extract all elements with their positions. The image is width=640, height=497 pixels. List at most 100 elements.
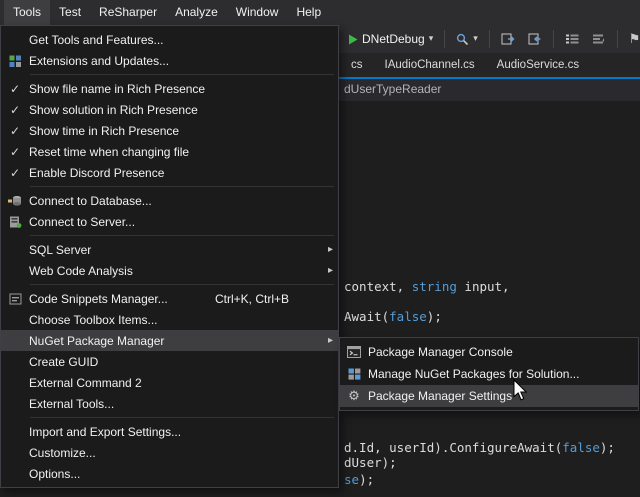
member-dropdown-label[interactable]: dUserTypeReader xyxy=(344,82,441,96)
menu-item-external-tools[interactable]: External Tools... xyxy=(1,393,338,414)
menu-item-reset-time-when-changing-file[interactable]: ✓Reset time when changing file xyxy=(1,141,338,162)
chevron-down-icon: ▾ xyxy=(473,34,478,44)
menu-item-choose-toolbox-items[interactable]: Choose Toolbox Items... xyxy=(1,309,338,330)
code-line: se); xyxy=(344,472,374,487)
sort-lines-icon xyxy=(592,33,606,45)
menu-item-label: Connect to Database... xyxy=(29,194,319,208)
menubar-item-tools[interactable]: Tools xyxy=(4,0,50,25)
database-icon xyxy=(1,195,29,207)
menu-item-shortcut: Ctrl+K, Ctrl+B xyxy=(215,292,289,306)
menu-item-label: Connect to Server... xyxy=(29,215,319,229)
checkmark-icon: ✓ xyxy=(1,145,29,159)
menu-item-label: Show solution in Rich Presence xyxy=(29,103,319,117)
checkmark-icon: ✓ xyxy=(1,82,29,96)
menu-item-get-tools-and-features[interactable]: Get Tools and Features... xyxy=(1,29,338,50)
submenu-arrow-icon: ▸ xyxy=(319,265,333,276)
checkmark-icon: ✓ xyxy=(1,103,29,117)
menu-item-sql-server[interactable]: SQL Server▸ xyxy=(1,239,338,260)
menu-item-connect-to-database[interactable]: Connect to Database... xyxy=(1,190,338,211)
tools-menu: Get Tools and Features... Extensions and … xyxy=(0,25,339,488)
menu-item-label: Manage NuGet Packages for Solution... xyxy=(368,367,619,381)
mouse-cursor xyxy=(512,379,530,403)
extensions-icon xyxy=(1,55,29,67)
chevron-down-icon: ▾ xyxy=(429,34,434,44)
find-button[interactable]: ▾ xyxy=(452,30,482,49)
menu-item-extensions-and-updates[interactable]: Extensions and Updates... xyxy=(1,50,338,71)
tab-cs[interactable]: cs xyxy=(340,53,374,77)
menubar-item-window[interactable]: Window xyxy=(227,0,288,25)
menu-item-nuget-package-manager[interactable]: NuGet Package Manager▸ xyxy=(1,330,338,351)
menu-item-web-code-analysis[interactable]: Web Code Analysis▸ xyxy=(1,260,338,281)
bookmark-button[interactable]: ⚑ xyxy=(625,29,640,50)
visual-studio-window: ToolsTestReSharperAnalyzeWindowHelp DNet… xyxy=(0,0,640,497)
menu-item-connect-to-server[interactable]: Connect to Server... xyxy=(1,211,338,232)
code-line: dUser); xyxy=(344,455,397,470)
sort-lines-button[interactable] xyxy=(588,30,610,48)
menu-item-label: Enable Discord Presence xyxy=(29,166,319,180)
menu-item-label: Choose Toolbox Items... xyxy=(29,313,319,327)
toolbar-separator xyxy=(553,30,554,48)
menu-item-enable-discord-presence[interactable]: ✓Enable Discord Presence xyxy=(1,162,338,183)
menu-item-label: Extensions and Updates... xyxy=(29,54,319,68)
menu-item-label: Reset time when changing file xyxy=(29,145,319,159)
toolbar-content: DNetDebug ▾ ▾ ⚑ xyxy=(340,25,640,53)
menu-item-show-solution-in-rich-presence[interactable]: ✓Show solution in Rich Presence xyxy=(1,99,338,120)
line-list-icon xyxy=(565,33,579,45)
menu-item-label: Show file name in Rich Presence xyxy=(29,82,319,96)
open-file-icon xyxy=(501,33,515,45)
packages-icon xyxy=(340,368,368,380)
play-icon xyxy=(348,34,358,45)
code-line: d.Id, userId).ConfigureAwait(false); xyxy=(344,440,615,455)
menu-item-external-command-2[interactable]: External Command 2 xyxy=(1,372,338,393)
menu-item-package-manager-console[interactable]: Package Manager Console xyxy=(340,341,638,363)
menubar-item-test[interactable]: Test xyxy=(50,0,90,25)
menu-item-customize[interactable]: Customize... xyxy=(1,442,338,463)
debug-target-label: DNetDebug xyxy=(362,32,425,46)
menu-separator xyxy=(30,235,334,236)
menu-item-label: Options... xyxy=(29,467,319,481)
checkmark-icon: ✓ xyxy=(1,124,29,138)
bookmark-icon: ⚑ xyxy=(629,32,640,47)
menu-item-label: Get Tools and Features... xyxy=(29,33,319,47)
menu-separator xyxy=(30,74,334,75)
menu-item-show-file-name-in-rich-presence[interactable]: ✓Show file name in Rich Presence xyxy=(1,78,338,99)
menu-item-label: NuGet Package Manager xyxy=(29,334,319,348)
menu-item-label: Web Code Analysis xyxy=(29,264,319,278)
tab-audioservice-cs[interactable]: AudioService.cs xyxy=(486,53,590,77)
menu-item-code-snippets-manager[interactable]: Code Snippets Manager...Ctrl+K, Ctrl+B xyxy=(1,288,338,309)
checkmark-icon: ✓ xyxy=(1,166,29,180)
submenu-arrow-icon: ▸ xyxy=(319,335,333,346)
tabs: csIAudioChannel.csAudioService.cs xyxy=(340,53,590,77)
menu-item-label: Package Manager Settings xyxy=(368,389,619,403)
open-file-button[interactable] xyxy=(497,30,519,48)
menu-item-label: Show time in Rich Presence xyxy=(29,124,319,138)
menubar-item-resharper[interactable]: ReSharper xyxy=(90,0,166,25)
menu-separator xyxy=(30,284,334,285)
new-window-button[interactable] xyxy=(524,30,546,48)
menu-item-package-manager-settings[interactable]: ⚙Package Manager Settings xyxy=(340,385,638,407)
gear-icon: ⚙ xyxy=(340,390,368,403)
menubar-item-help[interactable]: Help xyxy=(287,0,330,25)
find-icon xyxy=(456,33,469,46)
menu-item-manage-nuget-packages-for-solution[interactable]: Manage NuGet Packages for Solution... xyxy=(340,363,638,385)
menu-item-label: Create GUID xyxy=(29,355,319,369)
menu-item-create-guid[interactable]: Create GUID xyxy=(1,351,338,372)
line-list-button[interactable] xyxy=(561,30,583,48)
console-icon xyxy=(340,346,368,358)
new-window-icon xyxy=(528,33,542,45)
menu-item-label: External Command 2 xyxy=(29,376,319,390)
snippets-icon xyxy=(1,293,29,305)
menu-item-show-time-in-rich-presence[interactable]: ✓Show time in Rich Presence xyxy=(1,120,338,141)
menu-item-label: Import and Export Settings... xyxy=(29,425,319,439)
toolbar-separator xyxy=(489,30,490,48)
start-debugging-button[interactable]: DNetDebug ▾ xyxy=(344,29,437,49)
toolbar-separator xyxy=(444,30,445,48)
tab-iaudiochannel-cs[interactable]: IAudioChannel.cs xyxy=(374,53,486,77)
menu-item-options[interactable]: Options... xyxy=(1,463,338,484)
menu-item-label: Customize... xyxy=(29,446,319,460)
menu-separator xyxy=(30,417,334,418)
menu-item-import-and-export-settings[interactable]: Import and Export Settings... xyxy=(1,421,338,442)
menu-bar: ToolsTestReSharperAnalyzeWindowHelp xyxy=(0,0,640,25)
submenu-arrow-icon: ▸ xyxy=(319,244,333,255)
menubar-item-analyze[interactable]: Analyze xyxy=(166,0,227,25)
